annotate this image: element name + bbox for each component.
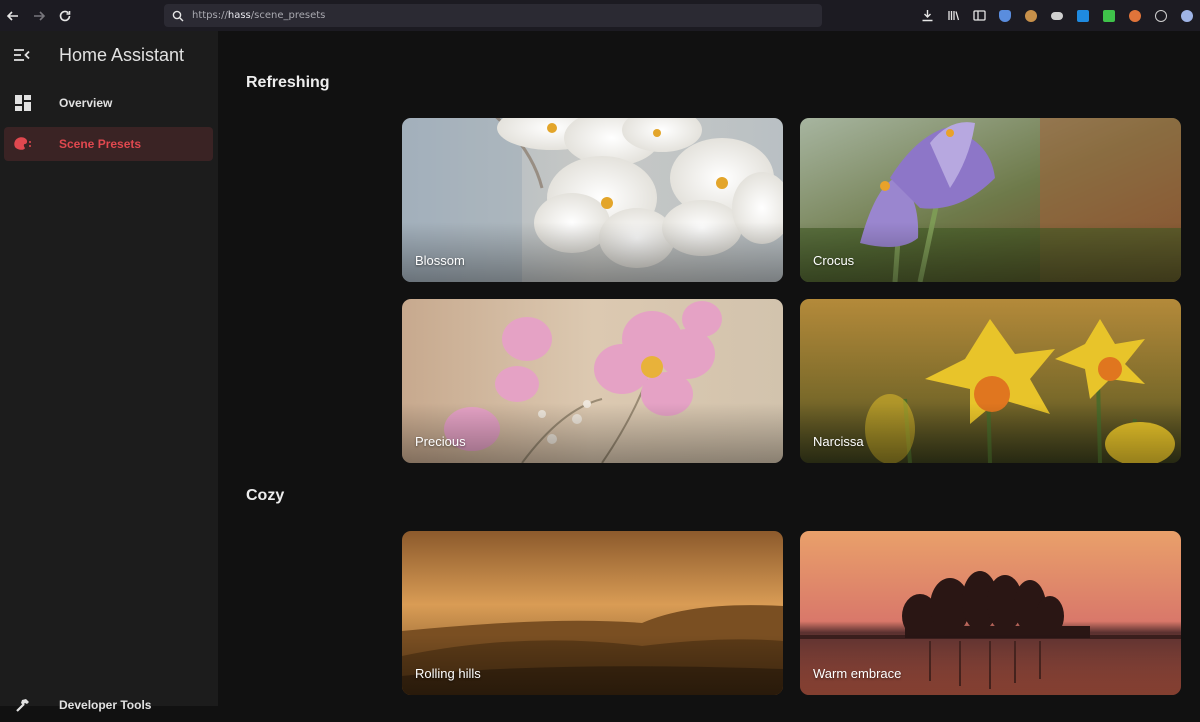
extension-2[interactable] (1018, 0, 1044, 31)
extension-8[interactable] (1174, 0, 1200, 31)
scene-name: Crocus (813, 253, 855, 268)
s-extension-icon (1077, 9, 1089, 22)
app-title: Home Assistant (59, 44, 185, 65)
sidebar-item-scene-presets[interactable]: Scene Presets (4, 127, 213, 161)
extension-1[interactable] (992, 0, 1018, 31)
scene-name: Rolling hills (415, 666, 481, 681)
menu-toggle-button[interactable] (0, 31, 42, 79)
scene-name: Narcissa (813, 434, 864, 449)
downloads-button[interactable] (914, 0, 940, 31)
address-bar[interactable]: https://hass/scene_presets (164, 4, 822, 27)
sidebar-header: Home Assistant (0, 31, 218, 79)
palette-icon (6, 136, 40, 152)
extension-4[interactable] (1070, 0, 1096, 31)
scene-name: Blossom (415, 253, 465, 268)
arrow-right-icon (34, 10, 46, 21)
scene-card-blossom[interactable]: Blossom (402, 118, 783, 282)
url-prefix: https:// (192, 10, 228, 21)
cloud-extension-icon (1051, 11, 1063, 20)
scene-card-crocus[interactable]: Crocus (800, 118, 1181, 282)
arrow-left-icon (6, 10, 18, 21)
sidebar-icon (972, 10, 986, 21)
reload-button[interactable] (52, 0, 78, 31)
shield-extension-icon (999, 9, 1011, 22)
card-shade (402, 635, 783, 695)
sidebar-item-developer-tools[interactable]: Developer Tools (4, 688, 213, 722)
forward-button[interactable] (26, 0, 52, 31)
browser-toolbar: https://hass/scene_presets (0, 0, 1200, 31)
search-icon (172, 10, 184, 21)
section-title-cozy: Cozy (246, 487, 285, 504)
menu-open-icon (13, 49, 30, 61)
scene-name: Warm embrace (813, 666, 902, 681)
cookie-extension-icon (1025, 9, 1037, 22)
main-content: Refreshing Blossom Crocus Precious Narci… (218, 31, 1200, 706)
toolbar-icons (914, 0, 1200, 31)
library-button[interactable] (940, 0, 966, 31)
sidebar-item-label: Developer Tools (59, 698, 152, 712)
library-icon (947, 11, 959, 21)
scene-card-warm-embrace[interactable]: Warm embrace (800, 531, 1181, 695)
url-host: hass (227, 10, 251, 21)
extension-3[interactable] (1044, 0, 1070, 31)
sidebar-toggle-button[interactable] (966, 0, 992, 31)
url-path: /scene_presets (250, 10, 326, 21)
hammer-icon (6, 697, 40, 713)
sidebar-item-label: Scene Presets (59, 137, 142, 151)
cursor-extension-icon (1181, 9, 1193, 22)
extension-6[interactable] (1122, 0, 1148, 31)
scene-card-narcissa[interactable]: Narcissa (800, 299, 1181, 463)
sidebar: Home Assistant Overview Scene Presets De… (0, 31, 218, 712)
card-shade (402, 403, 783, 463)
card-shade (402, 222, 783, 282)
back-button[interactable] (0, 0, 26, 31)
fox-extension-icon (1129, 9, 1141, 22)
sidebar-item-overview[interactable]: Overview (4, 86, 213, 120)
extension-7[interactable] (1148, 0, 1174, 31)
extension-5[interactable] (1096, 0, 1122, 31)
card-shade (800, 635, 1181, 695)
green-extension-icon (1103, 9, 1115, 22)
download-icon (922, 10, 932, 22)
reload-icon (59, 10, 71, 21)
card-shade (800, 222, 1181, 282)
scene-name: Precious (415, 434, 466, 449)
globe-extension-icon (1155, 9, 1167, 22)
section-title-refreshing: Refreshing (246, 74, 330, 91)
view-dashboard-icon (6, 95, 40, 111)
scene-card-precious[interactable]: Precious (402, 299, 783, 463)
scene-card-rolling-hills[interactable]: Rolling hills (402, 531, 783, 695)
card-shade (800, 403, 1181, 463)
sidebar-item-label: Overview (59, 96, 113, 110)
